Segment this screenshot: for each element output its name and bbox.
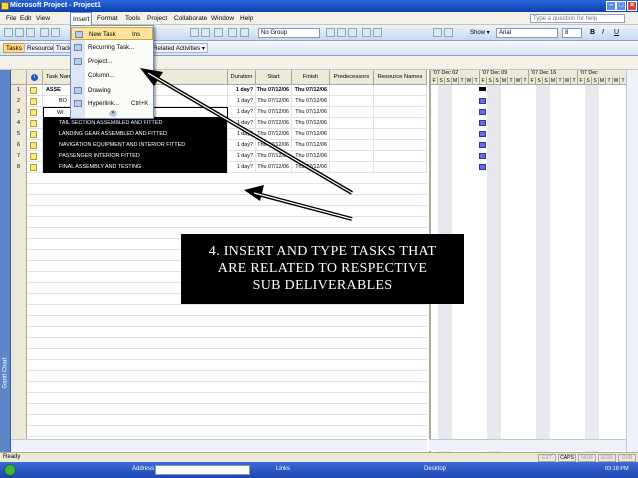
instruction-callout: 4. INSERT AND TYPE TASKS THAT ARE RELATE… [181, 234, 464, 304]
callout-line-1: 4. INSERT AND TYPE TASKS THAT [208, 244, 437, 259]
arrow-to-menu-head [140, 68, 163, 86]
callout-line-2: ARE RELATED TO RESPECTIVE [217, 261, 428, 276]
callout-line-3: SUB DELIVERABLES [252, 278, 393, 293]
